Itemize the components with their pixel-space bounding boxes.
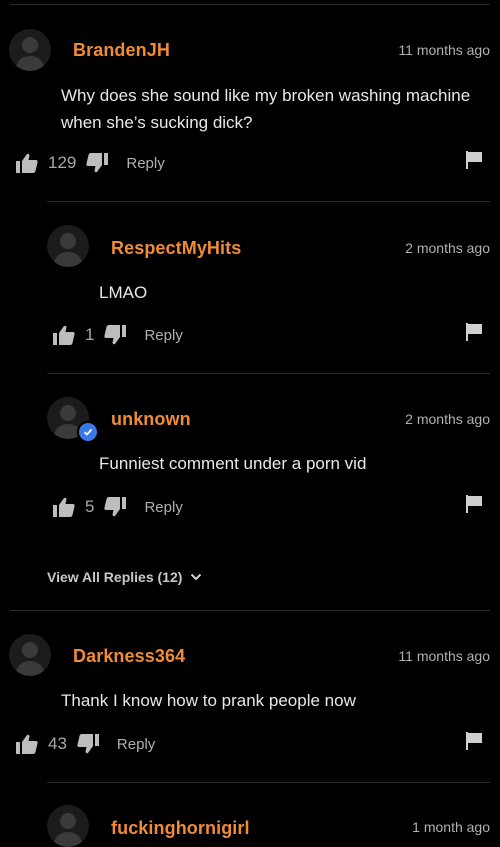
- username[interactable]: RespectMyHits: [111, 238, 241, 259]
- avatar[interactable]: [9, 634, 51, 676]
- comment-text-line2: when she’s sucking dick?: [61, 113, 253, 132]
- avatar[interactable]: [47, 805, 89, 847]
- comment-actions: 43 Reply: [16, 732, 155, 756]
- thumbs-down-icon[interactable]: [77, 734, 99, 754]
- divider: [10, 610, 490, 611]
- timestamp: 1 month ago: [412, 819, 490, 835]
- thumbs-up-icon[interactable]: [16, 734, 38, 754]
- comment-actions: 129 Reply: [16, 151, 165, 175]
- username[interactable]: BrandenJH: [73, 40, 170, 61]
- thumbs-down-icon[interactable]: [104, 497, 127, 517]
- avatar[interactable]: [9, 29, 51, 71]
- divider: [10, 4, 490, 5]
- thumbs-down-icon[interactable]: [86, 153, 109, 173]
- timestamp: 11 months ago: [398, 42, 490, 58]
- comment-text: Thank I know how to prank people now: [61, 691, 356, 710]
- avatar-placeholder-icon: [15, 37, 45, 71]
- flag-icon[interactable]: [466, 151, 482, 174]
- flag-icon[interactable]: [466, 732, 482, 755]
- chevron-down-icon: [190, 573, 202, 581]
- username[interactable]: unknown: [111, 409, 191, 430]
- thumbs-up-icon[interactable]: [53, 325, 75, 345]
- view-all-replies-button[interactable]: View All Replies (12): [47, 569, 202, 585]
- comment-actions: 5 Reply: [53, 495, 183, 519]
- username[interactable]: Darkness364: [73, 646, 185, 667]
- comment-actions: 1 Reply: [53, 323, 183, 347]
- comment-text: Why does she sound like my broken washin…: [61, 86, 471, 105]
- flag-icon[interactable]: [466, 495, 482, 518]
- reply-button[interactable]: Reply: [144, 499, 182, 516]
- avatar-placeholder-icon: [53, 813, 83, 847]
- avatar-placeholder-icon: [15, 642, 45, 676]
- username[interactable]: fuckinghornigirl: [111, 818, 250, 839]
- like-count: 1: [85, 325, 95, 344]
- like-count: 5: [85, 497, 95, 516]
- like-count: 43: [48, 734, 67, 753]
- view-all-replies-label: View All Replies (12): [47, 569, 183, 585]
- avatar[interactable]: [47, 225, 89, 267]
- timestamp: 2 months ago: [405, 240, 490, 256]
- thumbs-up-icon[interactable]: [53, 497, 75, 517]
- timestamp: 2 months ago: [405, 411, 490, 427]
- divider: [47, 373, 490, 374]
- flag-icon[interactable]: [466, 323, 482, 346]
- thumbs-down-icon[interactable]: [104, 325, 127, 345]
- verified-check-icon: [77, 421, 99, 443]
- comment-text: LMAO: [99, 283, 148, 302]
- reply-button[interactable]: Reply: [144, 327, 182, 344]
- reply-button[interactable]: Reply: [126, 155, 164, 172]
- timestamp: 11 months ago: [398, 648, 490, 664]
- reply-button[interactable]: Reply: [117, 736, 155, 753]
- divider: [47, 782, 490, 783]
- avatar-placeholder-icon: [53, 233, 83, 267]
- thumbs-up-icon[interactable]: [16, 153, 38, 173]
- comment-text: Funniest comment under a porn vid: [99, 454, 367, 473]
- divider: [47, 201, 490, 202]
- like-count: 129: [48, 153, 77, 172]
